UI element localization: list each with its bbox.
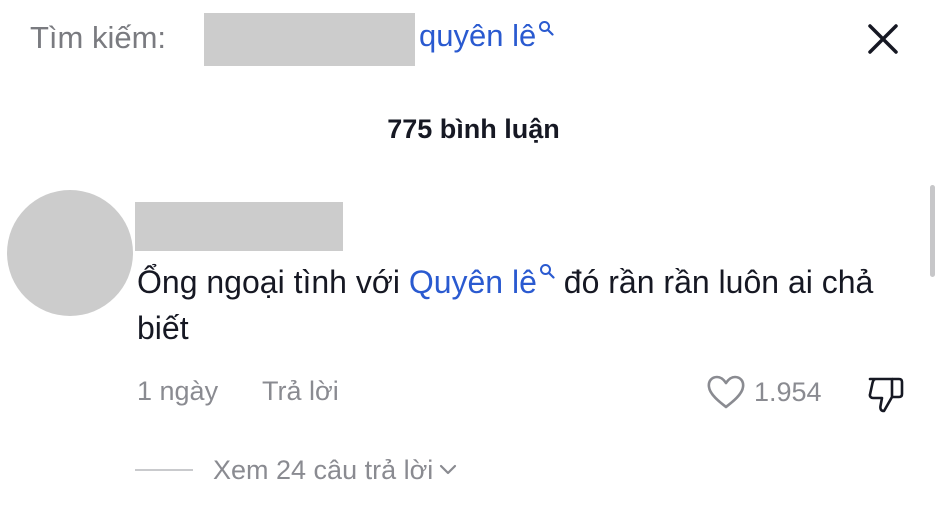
comment-count-title: 775 bình luận	[387, 114, 560, 144]
search-label: Tìm kiếm:	[30, 20, 167, 55]
chevron-down-icon	[440, 464, 457, 475]
like-count: 1.954	[754, 376, 822, 407]
view-replies-button[interactable]: Xem 24 câu trả lời	[135, 452, 457, 488]
heart-icon	[707, 375, 745, 409]
search-term-link[interactable]: quyên lê	[419, 18, 554, 54]
redacted-username[interactable]	[135, 202, 343, 251]
close-icon[interactable]	[866, 22, 900, 56]
comment-text: Ổng ngoại tình với Quyên lê đó rần rần l…	[137, 259, 917, 351]
view-replies-label: Xem 24 câu trả lời	[213, 454, 434, 485]
replies-divider	[135, 469, 193, 471]
scrollbar[interactable]	[930, 185, 935, 277]
search-header: Tìm kiếm: quyên lê	[0, 0, 947, 80]
mention-text: Quyên lê	[408, 264, 537, 300]
thumbs-down-icon[interactable]	[866, 374, 906, 414]
mention-link[interactable]: Quyên lê	[409, 264, 555, 300]
reply-button[interactable]: Trả lời	[262, 376, 339, 407]
like-button[interactable]: 1.954	[706, 372, 822, 412]
comment-timestamp: 1 ngày	[137, 376, 219, 406]
search-term-text: quyên lê	[419, 18, 537, 53]
redacted-block	[204, 13, 415, 66]
comment-text-before: Ổng ngoại tình với	[137, 264, 409, 300]
avatar[interactable]	[7, 190, 133, 316]
search-icon	[539, 21, 554, 36]
search-icon	[539, 264, 555, 279]
